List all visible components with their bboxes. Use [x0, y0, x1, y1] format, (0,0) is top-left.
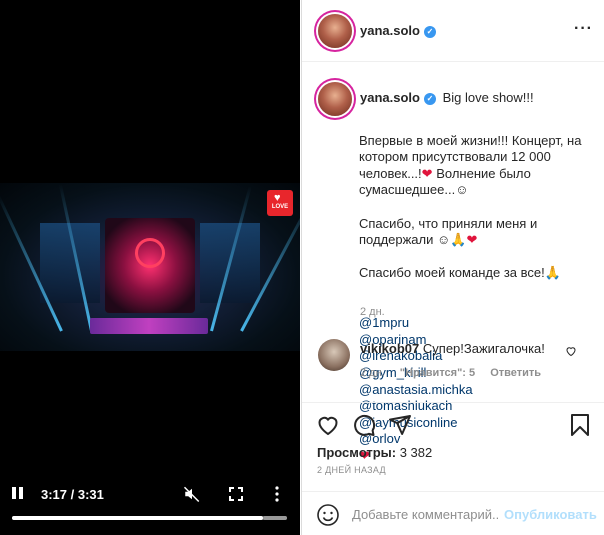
heart-icon: ♥ [274, 192, 281, 204]
comment-likes[interactable]: "Нравится": 5 [400, 367, 475, 379]
stage-ring-light [135, 238, 165, 268]
progress-fill [12, 516, 263, 520]
video-progress-bar[interactable] [12, 516, 287, 520]
comment-meta: 2 дн. "Нравится": 5 Ответить [360, 367, 541, 379]
post-date[interactable]: 2 ДНЕЙ НАЗАД [317, 465, 386, 475]
views-count[interactable]: Просмотры: 3 382 [317, 445, 432, 460]
stage-banner [90, 318, 208, 334]
verified-badge-icon: ✓ [423, 93, 436, 105]
add-comment-bar: Добавьте комментарий... Опубликовать [302, 491, 604, 535]
mention-link[interactable]: @anastasia.michka [359, 382, 473, 397]
share-paper-plane-icon[interactable] [388, 413, 412, 437]
caption-author-avatar[interactable] [318, 82, 352, 116]
caption-line: Спасибо моей команде за все!🙏 [359, 265, 561, 281]
post-actions: Просмотры: 3 382 2 ДНЕЙ НАЗАД Добавьте к… [302, 402, 604, 535]
more-vertical-icon[interactable] [274, 486, 280, 502]
fullscreen-icon[interactable] [229, 487, 243, 501]
comment-bubble-icon[interactable] [352, 413, 376, 437]
verified-badge-icon: ✓ [423, 26, 436, 38]
post-header: yana.solo ✓ ··· [302, 0, 604, 62]
author-username[interactable]: yana.solo ✓ [360, 23, 436, 38]
views-label: Просмотры: [317, 445, 397, 460]
pause-icon [19, 487, 23, 499]
emoji-icon[interactable] [316, 503, 340, 527]
publish-button[interactable]: Опубликовать [504, 507, 597, 522]
muted-speaker-icon[interactable] [183, 485, 201, 503]
comments-list: yana.solo ✓ Big love show!!! Впервые в мо… [302, 62, 604, 463]
post-side-panel: yana.solo ✓ ··· yana.solo ✓ Big love show!… [301, 0, 604, 535]
commenter-avatar[interactable] [318, 339, 350, 371]
like-heart-icon[interactable] [316, 413, 340, 437]
heart-emoji-icon: ❤ [466, 232, 478, 248]
like-comment-heart-icon[interactable] [565, 345, 577, 357]
caption-title: Big love show!!! [442, 90, 534, 105]
pause-button[interactable] [12, 487, 26, 501]
caption-author-name[interactable]: yana.solo [360, 90, 420, 105]
logo-label: LOVE [271, 204, 289, 210]
bookmark-icon[interactable] [568, 413, 592, 437]
author-avatar[interactable] [318, 14, 352, 48]
caption-header: yana.solo ✓ Big love show!!! [360, 90, 534, 105]
heart-emoji-icon: ❤ [421, 165, 433, 181]
reply-button[interactable]: Ответить [490, 367, 541, 379]
love-radio-logo: ♥ LOVE [267, 190, 293, 216]
video-time: 3:17 / 3:31 [41, 487, 104, 502]
comment-age[interactable]: 2 дн. [360, 367, 385, 379]
author-name[interactable]: yana.solo [360, 23, 420, 38]
comment-body: vikikob07 Супер!Зажигалочка! [360, 341, 560, 356]
more-options-icon[interactable]: ··· [574, 21, 593, 37]
pause-icon [12, 487, 16, 499]
concert-video-frame [0, 183, 300, 351]
comment-input[interactable]: Добавьте комментарий... [352, 507, 498, 522]
comment-text: Супер!Зажигалочка! [422, 341, 545, 356]
caption-line: Спасибо, что приняли меня и поддержали ☺… [359, 215, 538, 248]
commenter-username[interactable]: vikikob07 [360, 341, 419, 356]
views-number: 3 382 [399, 445, 433, 460]
progress-remaining [262, 516, 287, 520]
caption-age[interactable]: 2 дн. [360, 306, 385, 318]
video-player[interactable]: ♥ LOVE 3:17 / 3:31 [0, 0, 300, 535]
